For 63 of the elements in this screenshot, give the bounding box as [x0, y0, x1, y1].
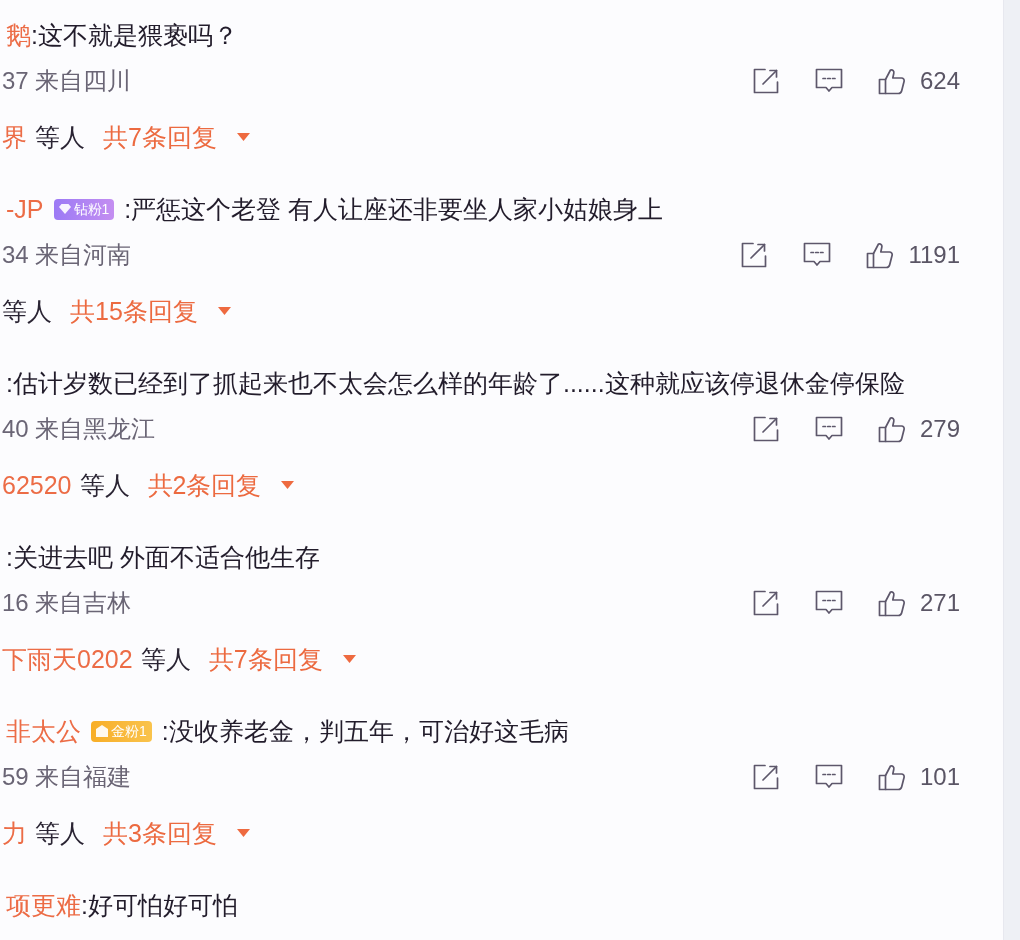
like-button[interactable]: 1191	[866, 238, 960, 272]
like-button[interactable]: 279	[877, 412, 960, 446]
comment-button[interactable]	[814, 416, 843, 442]
comment-text: :这不就是猥亵吗？	[31, 20, 238, 51]
share-icon	[751, 415, 780, 443]
comment-text: :没收养老金，判五年，可治好这毛病	[161, 716, 569, 747]
comment-icon	[803, 242, 832, 268]
reply-username[interactable]: 界	[2, 120, 27, 154]
comment-icon	[814, 764, 843, 790]
comment-icon	[814, 590, 843, 616]
share-button[interactable]	[751, 415, 780, 443]
reply-username[interactable]: 力	[2, 816, 27, 850]
like-button[interactable]: 101	[877, 760, 960, 794]
share-icon	[751, 67, 780, 95]
share-icon	[740, 241, 769, 269]
reply-others-text: 等人	[140, 644, 191, 675]
comment-button[interactable]	[814, 764, 843, 790]
comment-icon	[814, 68, 843, 94]
replies-toggle[interactable]: 共15条回复	[70, 294, 231, 328]
username-link[interactable]: 非太公	[6, 714, 81, 748]
reply-others-text: 等人	[79, 470, 130, 501]
share-button[interactable]	[751, 589, 780, 617]
comment-meta: 37 来自四川	[2, 66, 132, 96]
comment-button[interactable]	[803, 242, 832, 268]
replies-toggle[interactable]: 共7条回复	[103, 120, 250, 154]
username-link[interactable]: 鹅	[6, 18, 31, 52]
username-link[interactable]: -JP	[6, 192, 44, 226]
share-button[interactable]	[751, 763, 780, 791]
thumbs-up-icon	[877, 67, 906, 95]
shield-icon	[96, 725, 108, 737]
replies-toggle[interactable]: 共2条回复	[147, 468, 295, 502]
comment-meta: 40 来自黑龙江	[2, 414, 156, 444]
comment-meta: 34 来自河南	[2, 240, 132, 270]
share-icon	[751, 763, 780, 791]
reply-others-text: 等人	[35, 818, 85, 849]
comment-text: :好可怕好可怕	[81, 890, 238, 921]
like-button[interactable]: 271	[877, 586, 960, 620]
replies-toggle[interactable]: 共7条回复	[208, 642, 356, 676]
comment-button[interactable]	[814, 68, 843, 94]
comment-meta: 59 来自福建	[2, 762, 132, 792]
diamond-icon	[58, 204, 71, 214]
badge-label: 钻粉1	[73, 201, 110, 217]
reply-others-text: 等人	[2, 296, 52, 327]
thumbs-up-icon	[877, 415, 906, 443]
share-button[interactable]	[740, 241, 769, 269]
share-icon	[751, 589, 780, 617]
reply-others-text: 等人	[35, 122, 85, 153]
thumbs-up-icon	[877, 589, 906, 617]
comment-icon	[814, 416, 843, 442]
thumbs-up-icon	[877, 763, 906, 791]
replies-toggle[interactable]: 共3条回复	[103, 816, 250, 850]
reply-username[interactable]: 下雨天0202	[2, 642, 133, 676]
comment-text: :严惩这个老登 有人让座还非要坐人家小姑娘身上	[124, 194, 664, 225]
thumbs-up-icon	[866, 241, 895, 269]
comment-button[interactable]	[814, 590, 843, 616]
comment-text: :估计岁数已经到了抓起来也不太会怎么样的年龄了......这种就应该停退休金停保险	[6, 368, 905, 399]
like-button[interactable]: 624	[877, 64, 960, 98]
badge-label: 金粉1	[111, 723, 147, 739]
username-link[interactable]: 项更难	[6, 888, 81, 922]
reply-username[interactable]: 62520	[2, 468, 72, 502]
comment-meta: 16 来自吉林	[2, 588, 132, 618]
comment-text: :关进去吧 外面不适合他生存	[6, 542, 320, 573]
share-button[interactable]	[751, 67, 780, 95]
